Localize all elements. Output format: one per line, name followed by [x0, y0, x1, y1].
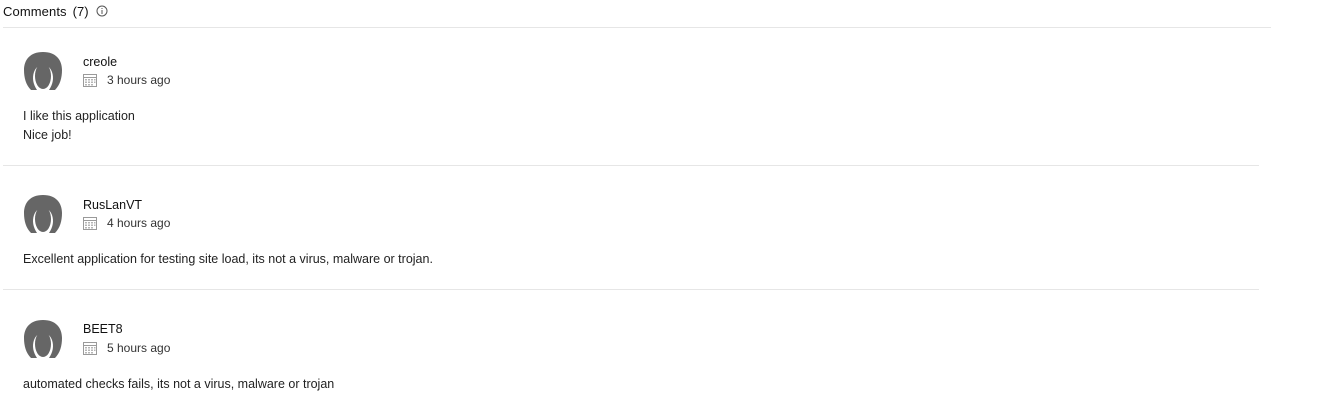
comment-text-line: Nice job! [23, 128, 72, 142]
comment-meta: 5 hours ago [83, 341, 170, 355]
calendar-icon [83, 341, 97, 355]
comment-author[interactable]: creole [83, 55, 117, 69]
avatar-icon[interactable] [22, 320, 64, 358]
comment-text-line: I like this application [23, 109, 135, 123]
comment-author[interactable]: BEET8 [83, 322, 123, 336]
comment-body: I like this application Nice job! [23, 107, 135, 145]
comment-body: Excellent application for testing site l… [23, 250, 433, 269]
comment-divider [3, 289, 1259, 290]
comment-timestamp: 5 hours ago [107, 341, 171, 355]
comment-divider [3, 165, 1259, 166]
avatar-icon[interactable] [22, 52, 64, 90]
comments-header: Comments (7) [3, 3, 108, 19]
comment-meta: 4 hours ago [83, 216, 170, 230]
calendar-icon [83, 73, 97, 87]
comment-author[interactable]: RusLanVT [83, 198, 142, 212]
calendar-icon [83, 216, 97, 230]
comment-body: automated checks fails, its not a virus,… [23, 375, 334, 394]
comments-count: (7) [72, 3, 89, 19]
comments-title: Comments [3, 3, 67, 19]
comment-text-line: automated checks fails, its not a virus,… [23, 377, 335, 391]
comment-text-line: Excellent application for testing site l… [23, 252, 433, 266]
header-divider [3, 27, 1271, 28]
info-icon[interactable] [96, 5, 108, 17]
comment-meta: 3 hours ago [83, 73, 170, 87]
comment-timestamp: 4 hours ago [107, 216, 171, 230]
avatar-icon[interactable] [22, 195, 64, 233]
comment-timestamp: 3 hours ago [107, 73, 171, 87]
